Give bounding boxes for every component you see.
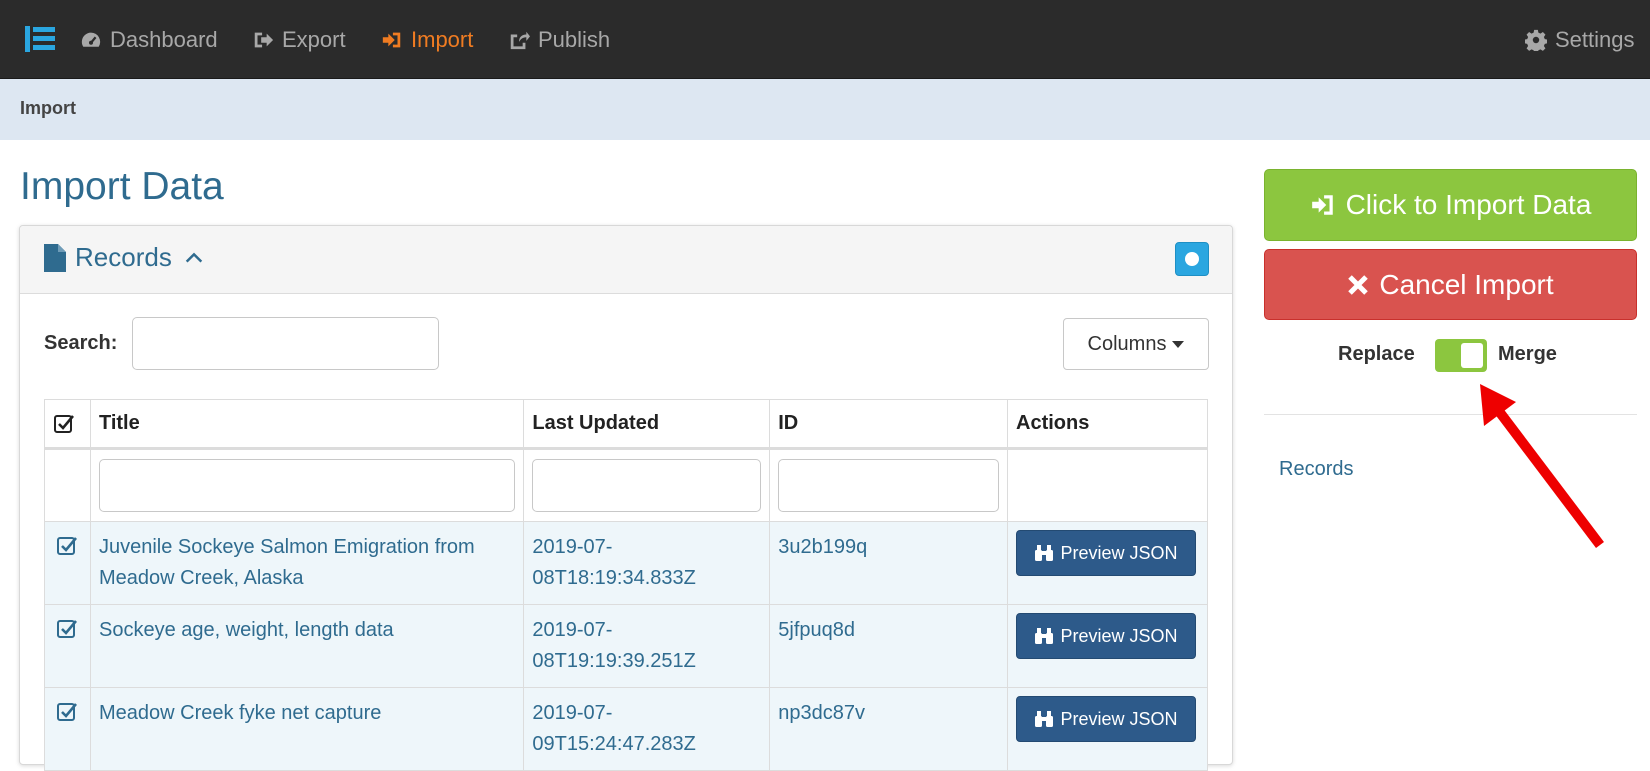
records-panel: Records Search: Columns Title Last Updat… xyxy=(19,225,1233,771)
binoculars-icon xyxy=(1035,545,1054,561)
breadcrumb-current: Import xyxy=(20,98,76,118)
import-data-label: Click to Import Data xyxy=(1345,189,1592,220)
caret-down-icon xyxy=(1172,340,1185,348)
nav-import-label: Import xyxy=(411,26,474,52)
preview-json-label: Preview JSON xyxy=(1060,625,1178,646)
file-icon xyxy=(44,243,66,272)
sign-in-icon xyxy=(382,32,401,47)
header-id[interactable]: ID xyxy=(769,399,1008,450)
sign-in-icon xyxy=(1311,195,1333,215)
title-filter-input[interactable] xyxy=(98,459,516,512)
top-navbar: Dashboard Export Import Publish Settings xyxy=(0,0,1650,79)
nav-publish[interactable]: Publish xyxy=(508,0,610,79)
table-row[interactable]: Meadow Creek fyke net capture 2019-07-09… xyxy=(44,687,1208,771)
header-title[interactable]: Title xyxy=(89,399,525,450)
nav-settings[interactable]: Settings xyxy=(1525,0,1635,79)
records-panel-toggle[interactable]: Records xyxy=(44,242,205,273)
tachometer-icon xyxy=(81,32,101,47)
row-actions: Preview JSON xyxy=(1007,521,1208,605)
list-logo-icon[interactable] xyxy=(25,24,55,54)
checkbox-checked-icon[interactable] xyxy=(56,700,78,722)
row-actions: Preview JSON xyxy=(1007,604,1208,688)
table-row[interactable]: Juvenile Sockeye Salmon Emigration from … xyxy=(44,521,1208,605)
filter-cell-title xyxy=(89,448,525,522)
records-panel-title: Records xyxy=(75,242,172,272)
page-title: Import Data xyxy=(20,165,224,208)
row-last-updated: 2019-07-08T19:19:39.251Z xyxy=(523,604,771,688)
radio-toggle-button[interactable] xyxy=(1175,242,1209,276)
filter-cell-actions xyxy=(1007,448,1208,522)
binoculars-icon xyxy=(1035,628,1054,644)
header-last-updated[interactable]: Last Updated xyxy=(523,399,771,450)
table-header-row: Title Last Updated ID Actions xyxy=(44,399,1208,450)
nav-export[interactable]: Export xyxy=(252,0,346,79)
preview-json-label: Preview JSON xyxy=(1060,708,1178,729)
row-title: Sockeye age, weight, length data xyxy=(89,604,525,688)
records-panel-heading: Records xyxy=(20,226,1232,294)
row-id: 5jfpuq8d xyxy=(769,604,1008,688)
cancel-import-label: Cancel Import xyxy=(1379,268,1554,300)
columns-dropdown-button[interactable]: Columns xyxy=(1063,318,1209,370)
table-row[interactable]: Sockeye age, weight, length data 2019-07… xyxy=(44,604,1208,688)
row-checkbox-cell[interactable] xyxy=(44,521,91,605)
row-last-updated: 2019-07-09T15:24:47.283Z xyxy=(523,687,771,771)
search-input[interactable] xyxy=(132,317,439,370)
id-filter-input[interactable] xyxy=(778,459,999,512)
nav-import[interactable]: Import xyxy=(381,0,473,79)
breadcrumb: Import xyxy=(0,79,1650,140)
preview-json-button[interactable]: Preview JSON xyxy=(1016,613,1196,659)
close-icon xyxy=(1348,274,1369,295)
nav-dashboard-label: Dashboard xyxy=(110,26,218,52)
row-last-updated: 2019-07-08T18:19:34.833Z xyxy=(523,521,771,605)
search-label: Search: xyxy=(44,332,118,354)
row-actions: Preview JSON xyxy=(1007,687,1208,771)
checkbox-checked-icon[interactable] xyxy=(56,534,78,556)
last-updated-filter-input[interactable] xyxy=(532,459,762,512)
chevron-up-icon xyxy=(185,252,203,263)
nav-dashboard[interactable]: Dashboard xyxy=(80,0,218,79)
import-data-button[interactable]: Click to Import Data xyxy=(1264,169,1637,241)
preview-json-label: Preview JSON xyxy=(1060,542,1178,563)
cancel-import-button[interactable]: Cancel Import xyxy=(1264,249,1637,320)
filter-cell-id xyxy=(769,448,1008,522)
merge-label: Merge xyxy=(1498,343,1557,365)
columns-label: Columns xyxy=(1087,332,1167,355)
filter-cell-updated xyxy=(523,448,771,522)
nav-publish-label: Publish xyxy=(538,26,611,52)
records-table: Title Last Updated ID Actions Juvenile S… xyxy=(44,399,1208,771)
preview-json-button[interactable]: Preview JSON xyxy=(1016,696,1196,742)
nav-settings-label: Settings xyxy=(1555,26,1635,52)
share-icon xyxy=(510,31,530,49)
binoculars-icon xyxy=(1035,711,1054,727)
filter-cell-empty xyxy=(44,448,91,522)
replace-label: Replace xyxy=(1338,343,1415,365)
row-id: np3dc87v xyxy=(769,687,1008,771)
select-all-header[interactable] xyxy=(44,399,91,450)
replace-merge-toggle[interactable] xyxy=(1435,339,1487,372)
header-actions: Actions xyxy=(1007,399,1208,450)
row-title: Meadow Creek fyke net capture xyxy=(89,687,525,771)
sign-out-icon xyxy=(254,32,274,47)
row-id: 3u2b199q xyxy=(769,521,1008,605)
row-title: Juvenile Sockeye Salmon Emigration from … xyxy=(89,521,525,605)
row-checkbox-cell[interactable] xyxy=(44,687,91,771)
annotation-arrow-icon xyxy=(1480,384,1604,549)
preview-json-button[interactable]: Preview JSON xyxy=(1016,530,1196,576)
checkbox-checked-icon[interactable] xyxy=(56,617,78,639)
toggle-knob xyxy=(1461,343,1483,368)
gear-icon xyxy=(1525,29,1547,51)
row-checkbox-cell[interactable] xyxy=(44,604,91,688)
filter-row xyxy=(44,448,1208,522)
nav-export-label: Export xyxy=(282,26,346,52)
sidebar-records-link[interactable]: Records xyxy=(1279,458,1353,481)
checkbox-checked-icon[interactable] xyxy=(53,412,75,434)
